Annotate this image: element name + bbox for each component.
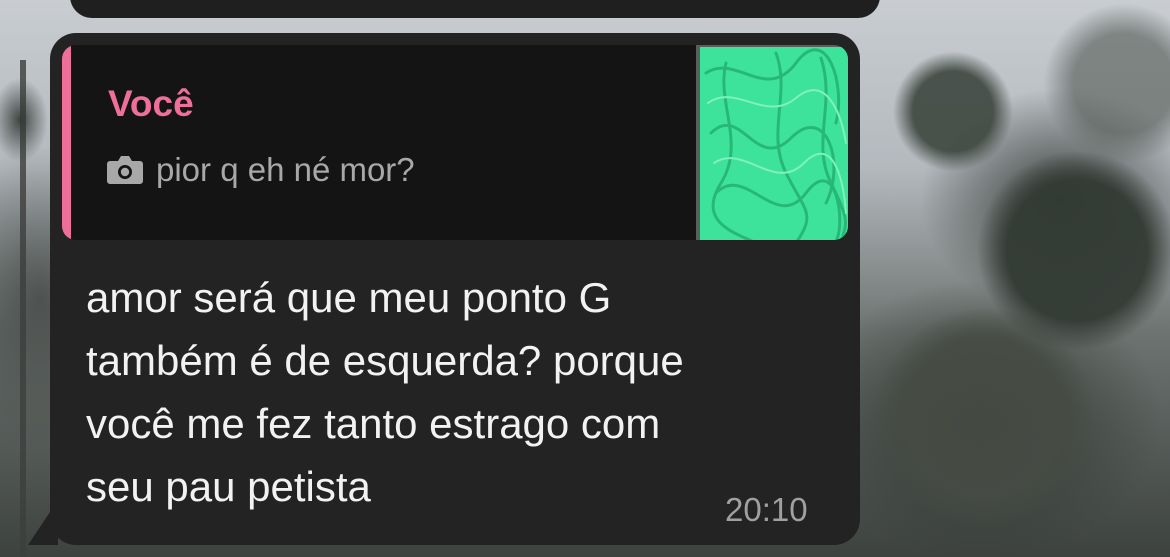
previous-message-bubble[interactable] [70,0,880,18]
chat-screen: Você pior q eh né mor? amor será que meu… [0,0,1170,557]
camera-icon [106,155,144,185]
message-bubble[interactable]: Você pior q eh né mor? amor será que meu… [50,33,860,545]
quoted-reply[interactable]: Você pior q eh né mor? [62,45,848,240]
message-text: amor será que meu ponto G também é de es… [86,274,684,510]
message-timestamp: 20:10 [725,491,808,528]
chat-wallpaper-palm [0,60,48,557]
quote-photo-thumbnail[interactable] [696,45,848,240]
quote-author: Você [108,83,194,124]
chat-wallpaper [860,0,1170,557]
quote-preview: pior q eh né mor? [106,153,415,186]
quote-preview-text: pior q eh né mor? [156,151,415,188]
quote-accent-bar [62,45,71,240]
